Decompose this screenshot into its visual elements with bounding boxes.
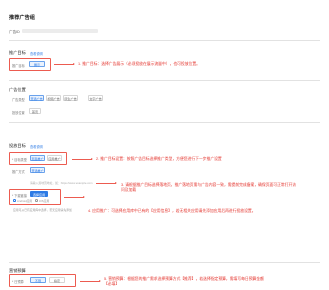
note-5: 5. 营销预算：根据您的推广需求选择预算方式【推荐】，若选择指定预算，需填写每日… — [104, 277, 264, 286]
ad-type-option[interactable]: 文字广告 — [88, 95, 103, 101]
campaign-label: 推广目标 — [12, 64, 25, 68]
section-title-placement: 广告位置 — [9, 87, 26, 92]
page-title: 推荐广告组 — [9, 15, 35, 21]
note-2: 2. 推广目标设置：按照广告目标选择推广类型，方便您进行下一步推广设置 — [96, 157, 222, 161]
ad-type-option[interactable]: 普通广告 — [29, 95, 44, 101]
campaign-help-link[interactable]: 查看说明 — [30, 51, 43, 56]
id-value-field — [22, 29, 98, 33]
target-type-label: * 目标类型 — [12, 158, 27, 162]
radio-android[interactable] — [13, 199, 16, 202]
ad-type-label: 广告类型 — [12, 98, 25, 102]
target-type-option-page[interactable]: 页面推广 — [30, 155, 45, 161]
note-3: 3. 请根据推广目标选择落地页，推广落地页需与广告内容一致，需提前完成备案，确保… — [121, 183, 297, 192]
radio-ios-label: iOS应用 — [39, 199, 50, 203]
divider — [9, 80, 320, 81]
id-label: 广告ID — [9, 30, 20, 34]
download-helper-text: 应用可从已有应用库中选择，若无应用请先添加 — [13, 208, 72, 212]
target-help-link[interactable]: 查看说明 — [30, 144, 43, 149]
radio-android-label: Android应用 — [17, 199, 33, 203]
ad-type-option[interactable]: 原生广告 — [63, 95, 78, 101]
arrow-3-icon — [96, 182, 117, 185]
promo-method-option[interactable]: 普通推广 — [30, 167, 45, 173]
ad-type-option[interactable]: 视频广告 — [46, 95, 61, 101]
promo-method-label: 推广方式 — [12, 170, 25, 174]
budget-option-specified[interactable]: 指定 — [49, 277, 65, 283]
arrow-5-icon — [80, 280, 101, 283]
divider — [9, 40, 320, 41]
divider — [9, 122, 320, 123]
note-4: 4. 应用推广：可选择应用库中已有的【应用信息】，若无相关应用请先添加应用后再进… — [88, 209, 256, 213]
arrow-2-icon — [72, 158, 93, 161]
section-title-campaign: 推广目标 — [9, 50, 26, 55]
budget-label: * 日预算 — [12, 280, 24, 284]
radio-ios[interactable] — [35, 199, 38, 202]
section-title-target: 投放目标 — [9, 143, 26, 148]
landing-page-hint: 请输入落地页地址，如：https://www.example.com — [30, 181, 93, 185]
arrow-4-icon — [64, 196, 85, 199]
position-label: 投放位置 — [12, 111, 25, 115]
note-1: 1. 推广目标：选择广告展示（必须投放在展示流量中），也可投放位置。 — [78, 62, 200, 66]
select-app-button[interactable]: 选择应用 — [30, 191, 48, 197]
position-option-home[interactable]: 首页 — [29, 108, 41, 114]
arrow-1-icon — [54, 63, 75, 66]
target-type-option-app[interactable]: 应用推广 — [47, 155, 62, 161]
divider — [9, 262, 320, 263]
budget-option-unlimited[interactable]: 不限 — [30, 277, 46, 283]
campaign-option-display[interactable]: 展示 — [29, 61, 45, 67]
download-label: * 下载链接 — [12, 194, 27, 198]
